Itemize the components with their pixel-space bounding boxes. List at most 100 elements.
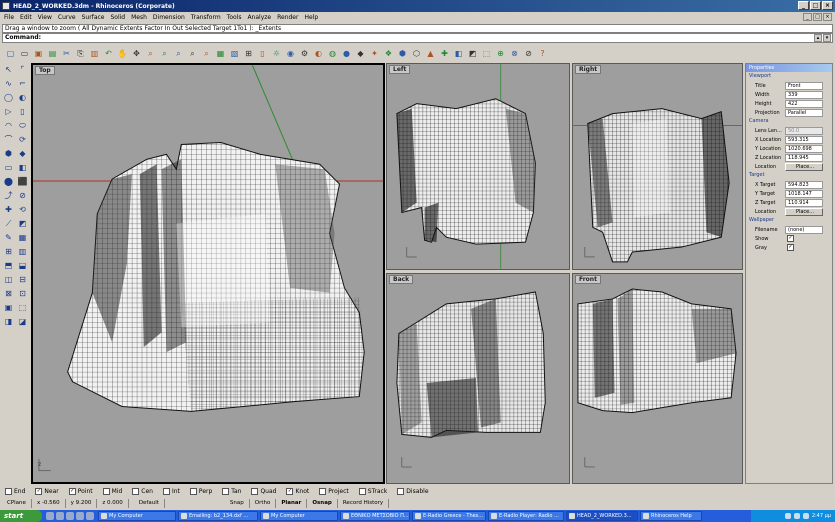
options-icon[interactable]: ⚙ xyxy=(299,48,310,59)
tool-icon[interactable]: ◆ xyxy=(17,148,28,159)
rotate-icon[interactable]: ✥ xyxy=(131,48,142,59)
solid-icon[interactable]: ⬢ xyxy=(397,48,408,59)
taskbar-button[interactable]: My Computer xyxy=(260,511,338,521)
osnap-checkbox[interactable] xyxy=(319,488,327,495)
quick-launch-icon[interactable] xyxy=(76,512,84,520)
viewport-label-back[interactable]: Back xyxy=(389,275,414,284)
viewport-back[interactable]: Back xyxy=(386,273,570,484)
tool-icon[interactable]: ⌒ xyxy=(3,134,14,145)
viewport-top[interactable]: Top z xyxy=(31,63,385,484)
tool-icon[interactable]: ⟋ xyxy=(3,218,14,229)
taskbar-button[interactable]: Rhinoceros Help xyxy=(640,511,702,521)
new-icon[interactable]: ▢ xyxy=(5,48,16,59)
camera-place-button[interactable]: Place... xyxy=(785,162,823,171)
layer-indicator[interactable]: Default xyxy=(129,498,165,508)
minimize-button[interactable]: _ xyxy=(798,1,809,10)
mdi-close-button[interactable]: × xyxy=(823,13,832,21)
save-icon[interactable]: ▣ xyxy=(33,48,44,59)
tool-icon[interactable]: ◪ xyxy=(17,316,28,327)
record-history-toggle[interactable]: Record History xyxy=(338,498,390,508)
tool-icon[interactable]: ◫ xyxy=(3,274,14,285)
shade-icon[interactable]: ◐ xyxy=(313,48,324,59)
tool-icon[interactable]: ↖ xyxy=(3,64,14,75)
menu-view[interactable]: View xyxy=(38,14,52,21)
block-icon[interactable]: ◩ xyxy=(467,48,478,59)
z-target-field[interactable]: 110.914 xyxy=(785,198,823,207)
quick-launch-icon[interactable] xyxy=(66,512,74,520)
check-icon[interactable]: ⊗ xyxy=(509,48,520,59)
show-checkbox[interactable]: ✓ xyxy=(787,235,794,242)
cut-icon[interactable]: ✂ xyxy=(61,48,72,59)
tool-icon[interactable]: ▭ xyxy=(3,162,14,173)
menu-file[interactable]: File xyxy=(4,14,14,21)
menu-tools[interactable]: Tools xyxy=(227,14,242,21)
copy-icon[interactable]: ⎘ xyxy=(75,48,86,59)
open-icon[interactable]: ▭ xyxy=(19,48,30,59)
viewport-left[interactable]: Left xyxy=(386,63,570,270)
osnap-checkbox[interactable]: ✓ xyxy=(286,488,294,495)
tool-icon[interactable]: ⟳ xyxy=(17,134,28,145)
taskbar-button[interactable]: E-Radio Greece - Thes... xyxy=(412,511,486,521)
osnap-mid[interactable]: Mid xyxy=(102,488,122,495)
osnap-checkbox[interactable] xyxy=(397,488,405,495)
dim-icon[interactable]: ◧ xyxy=(453,48,464,59)
tool-icon[interactable]: ⬓ xyxy=(17,260,28,271)
menu-help[interactable]: Help xyxy=(304,14,318,21)
zoom-selected-icon[interactable]: ⌕ xyxy=(187,48,198,59)
osnap-int[interactable]: Int xyxy=(162,488,180,495)
x-target-field[interactable]: 594.823 xyxy=(785,180,823,189)
osnap-project[interactable]: Project xyxy=(319,488,349,495)
shade-all-icon[interactable]: ◍ xyxy=(327,48,338,59)
mesh-icon[interactable]: ⬡ xyxy=(411,48,422,59)
x-location-field[interactable]: 593.315 xyxy=(785,135,823,144)
menu-mesh[interactable]: Mesh xyxy=(131,14,147,21)
tool-icon[interactable]: ⬢ xyxy=(3,148,14,159)
tool-icon[interactable]: ▯ xyxy=(17,106,28,117)
undo-icon[interactable]: ↶ xyxy=(103,48,114,59)
paste-icon[interactable]: ▥ xyxy=(89,48,100,59)
osnap-knot[interactable]: ✓ Knot xyxy=(286,488,309,495)
menu-edit[interactable]: Edit xyxy=(20,14,32,21)
tool-icon[interactable]: ⟲ xyxy=(17,204,28,215)
tool-icon[interactable]: ⌐ xyxy=(17,78,28,89)
tool-icon[interactable]: ⬛ xyxy=(17,176,28,187)
zoom-extents-icon[interactable]: ⌕ xyxy=(173,48,184,59)
tool-icon[interactable]: ◨ xyxy=(3,316,14,327)
command-scroll-down-icon[interactable]: ▾ xyxy=(823,34,831,42)
osnap-checkbox[interactable] xyxy=(162,488,170,495)
material-icon[interactable]: ◆ xyxy=(355,48,366,59)
height-field[interactable]: 422 xyxy=(785,99,823,108)
surface-icon[interactable]: ▲ xyxy=(425,48,436,59)
select-icon[interactable]: ▯ xyxy=(257,48,268,59)
object-icon[interactable]: ❖ xyxy=(383,48,394,59)
help-icon[interactable]: ? xyxy=(537,48,548,59)
title-field[interactable]: Front xyxy=(785,81,823,90)
z-location-field[interactable]: 118.945 xyxy=(785,153,823,162)
y-target-field[interactable]: 1018.147 xyxy=(785,189,823,198)
quick-launch-icon[interactable] xyxy=(46,512,54,520)
viewport-right[interactable]: Right xyxy=(572,63,743,270)
pan-icon[interactable]: ✋ xyxy=(117,48,128,59)
menu-render[interactable]: Render xyxy=(277,14,298,21)
osnap-checkbox[interactable] xyxy=(102,488,110,495)
tool-icon[interactable]: ◐ xyxy=(17,92,28,103)
osnap-checkbox[interactable] xyxy=(132,488,140,495)
tool-icon[interactable]: ⬒ xyxy=(3,260,14,271)
osnap-checkbox[interactable] xyxy=(5,488,12,495)
filename-field[interactable]: (none) xyxy=(785,225,823,234)
snap-icon[interactable]: ⊕ xyxy=(495,48,506,59)
ortho-toggle[interactable]: Ortho xyxy=(250,498,277,508)
group-icon[interactable]: ⬚ xyxy=(481,48,492,59)
taskbar-button[interactable]: E-Radio Player: Radio ... xyxy=(488,511,564,521)
quick-launch-icon[interactable] xyxy=(86,512,94,520)
osnap-checkbox[interactable] xyxy=(251,488,259,495)
osnap-checkbox[interactable] xyxy=(222,488,230,495)
tool-icon[interactable]: ⬭ xyxy=(17,120,28,131)
menu-dimension[interactable]: Dimension xyxy=(153,14,185,21)
snap-toggle[interactable]: Snap xyxy=(225,498,250,508)
tray-icon[interactable] xyxy=(784,513,791,519)
tool-icon[interactable]: ⤴ xyxy=(3,190,14,201)
zoom-icon[interactable]: ⌕ xyxy=(145,48,156,59)
viewport-label-right[interactable]: Right xyxy=(575,65,602,74)
start-button[interactable]: start xyxy=(0,510,42,522)
